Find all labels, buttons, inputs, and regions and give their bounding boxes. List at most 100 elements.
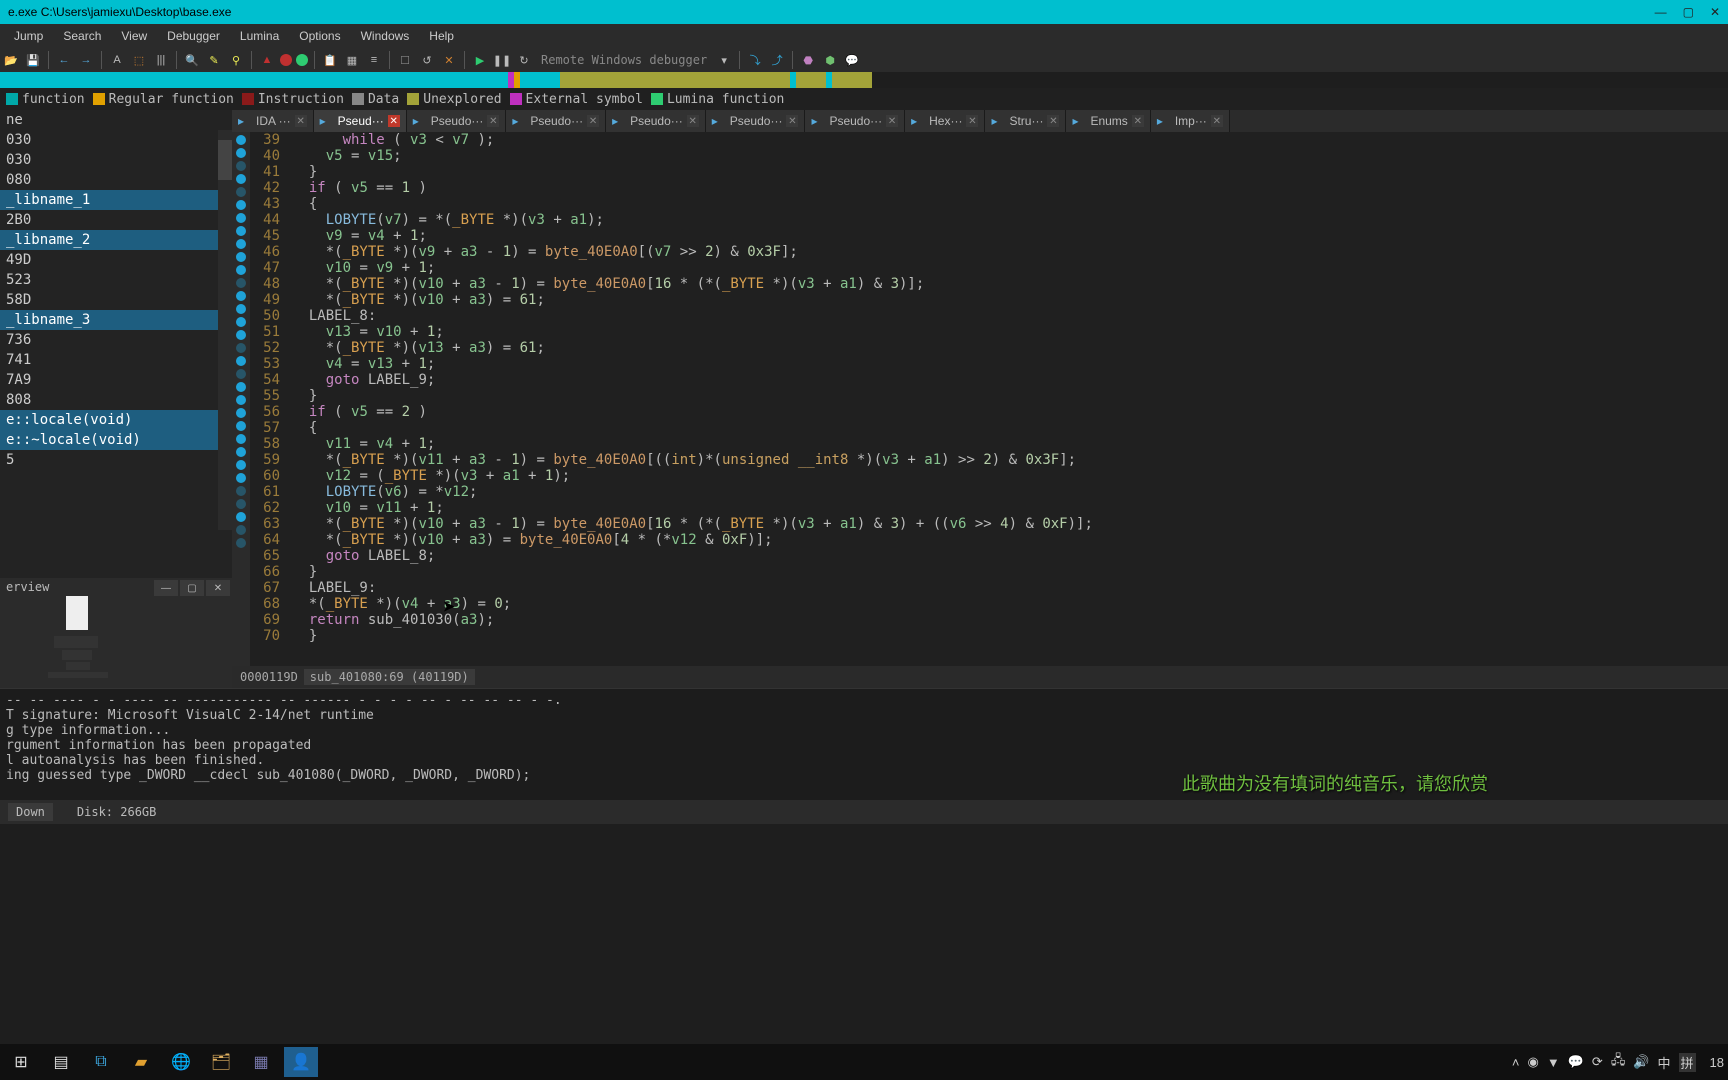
shield-icon[interactable]: ▼ [1547, 1055, 1560, 1070]
code-line[interactable]: return sub_401030(a3); [292, 612, 1728, 628]
menu-debugger[interactable]: Debugger [157, 27, 230, 45]
code-line[interactable]: if ( v5 == 2 ) [292, 404, 1728, 420]
function-list-item[interactable]: 49D [0, 250, 232, 270]
code-line[interactable]: v12 = (_BYTE *)(v3 + a1 + 1); [292, 468, 1728, 484]
function-list-item[interactable]: 5 [0, 450, 232, 470]
debugger-selector[interactable]: Remote Windows debugger [537, 53, 711, 67]
code-line[interactable]: *(_BYTE *)(v10 + a3 - 1) = byte_40E0A0[1… [292, 276, 1728, 292]
code-line[interactable]: v10 = v9 + 1; [292, 260, 1728, 276]
menu-options[interactable]: Options [289, 27, 350, 45]
code-line[interactable]: } [292, 564, 1728, 580]
tab-close-icon[interactable]: ✕ [295, 115, 307, 127]
function-list-item[interactable]: 030 [0, 150, 232, 170]
tab-close-icon[interactable]: ✕ [388, 115, 400, 127]
note-icon[interactable]: 📋 [321, 51, 339, 69]
step-into-icon[interactable]: ⤵ [746, 51, 764, 69]
tab-close-icon[interactable]: ✕ [886, 115, 898, 127]
step-over-icon[interactable]: ⤴ [768, 51, 786, 69]
taskbar-clock[interactable]: 18 [1710, 1055, 1724, 1070]
vscode-icon[interactable]: ⧉ [84, 1047, 118, 1077]
reload-icon[interactable]: ↻ [515, 51, 533, 69]
sync-icon[interactable]: ⟳ [1592, 1054, 1603, 1070]
code-line[interactable]: } [292, 164, 1728, 180]
sublime-icon[interactable]: ▰ [124, 1047, 158, 1077]
code-line[interactable]: *(_BYTE *)(v11 + a3 - 1) = byte_40E0A0[(… [292, 452, 1728, 468]
output-panel[interactable]: -- -- ---- - - ---- -- ----------- -- --… [0, 688, 1728, 800]
function-list-item[interactable]: 736 [0, 330, 232, 350]
function-list-item[interactable]: 808 [0, 390, 232, 410]
highlight-icon[interactable]: ✎ [205, 51, 223, 69]
text-icon[interactable]: A [108, 51, 126, 69]
overview-popout-icon[interactable]: ▢ [180, 580, 204, 596]
taskview-icon[interactable]: ▤ [44, 1047, 78, 1077]
editor-tab[interactable]: ▸Hex···✕ [905, 110, 985, 132]
menu-windows[interactable]: Windows [351, 27, 420, 45]
relaunch-icon[interactable]: ↺ [418, 51, 436, 69]
table-icon[interactable]: ▦ [343, 51, 361, 69]
overview-minimize-icon[interactable]: — [154, 580, 178, 596]
editor-tab[interactable]: ▸Pseudo···✕ [606, 110, 706, 132]
open-icon[interactable]: 📂 [2, 51, 20, 69]
overview-close-icon[interactable]: ✕ [206, 580, 230, 596]
code-line[interactable]: v4 = v13 + 1; [292, 356, 1728, 372]
code-line[interactable]: v9 = v4 + 1; [292, 228, 1728, 244]
tab-close-icon[interactable]: ✕ [1211, 115, 1223, 127]
editor-tab[interactable]: ▸Pseudo···✕ [506, 110, 606, 132]
code-line[interactable]: *(_BYTE *)(v4 + a3) = 0; [292, 596, 1728, 612]
list-icon[interactable]: ≡ [365, 51, 383, 69]
code-line[interactable]: v5 = v15; [292, 148, 1728, 164]
code-line[interactable]: LABEL_9: [292, 580, 1728, 596]
binary-icon[interactable]: ⬚ [130, 51, 148, 69]
navigation-band[interactable] [0, 72, 1728, 88]
maximize-button[interactable]: ▢ [1683, 5, 1694, 19]
menu-search[interactable]: Search [53, 27, 111, 45]
tab-close-icon[interactable]: ✕ [487, 115, 499, 127]
editor-tab[interactable]: ▸Stru···✕ [985, 110, 1066, 132]
code-line[interactable]: } [292, 628, 1728, 644]
function-list-item[interactable]: 58D [0, 290, 232, 310]
tab-close-icon[interactable]: ✕ [786, 115, 798, 127]
pseudocode-view[interactable]: 3940414243444546474849505152535455565758… [232, 132, 1728, 666]
ime-indicator-1[interactable]: 中 [1658, 1053, 1671, 1072]
code-line[interactable]: { [292, 420, 1728, 436]
code-line[interactable]: while ( v3 < v7 ); [292, 132, 1728, 148]
function-list-item[interactable]: e::locale(void) [0, 410, 232, 430]
functions-scrollbar[interactable] [218, 130, 232, 530]
dropdown-icon[interactable]: ▾ [715, 51, 733, 69]
code-line[interactable]: { [292, 196, 1728, 212]
code-line[interactable]: *(_BYTE *)(v10 + a3) = 61; [292, 292, 1728, 308]
tray-up-icon[interactable]: ˄ [1512, 1055, 1520, 1070]
overview-graph[interactable] [0, 596, 232, 684]
cancel-icon[interactable]: ✕ [440, 51, 458, 69]
code-line[interactable]: LOBYTE(v6) = *v12; [292, 484, 1728, 500]
code-line[interactable]: *(_BYTE *)(v13 + a3) = 61; [292, 340, 1728, 356]
code-line[interactable]: LOBYTE(v7) = *(_BYTE *)(v3 + a1); [292, 212, 1728, 228]
function-list-item[interactable]: _libname_2 [0, 230, 232, 250]
stop-icon[interactable] [280, 54, 292, 66]
chat-icon[interactable]: 💬 [843, 51, 861, 69]
tab-close-icon[interactable]: ✕ [687, 115, 699, 127]
explorer-icon[interactable]: 🗂 [204, 1047, 238, 1077]
tab-close-icon[interactable]: ✕ [1132, 115, 1144, 127]
function-list-item[interactable]: 7A9 [0, 370, 232, 390]
function-list-item[interactable]: 030 [0, 130, 232, 150]
close-button[interactable]: ✕ [1710, 5, 1720, 19]
minimize-button[interactable]: — [1655, 5, 1667, 19]
code-line[interactable]: } [292, 388, 1728, 404]
menu-view[interactable]: View [111, 27, 157, 45]
plugin2-icon[interactable]: ⬢ [821, 51, 839, 69]
code-line[interactable]: LABEL_8: [292, 308, 1728, 324]
editor-tab[interactable]: ▸Pseudo···✕ [407, 110, 507, 132]
save-icon[interactable]: 💾 [24, 51, 42, 69]
menu-lumina[interactable]: Lumina [230, 27, 289, 45]
record-icon[interactable] [296, 54, 308, 66]
arrow-right-icon[interactable]: → [77, 51, 95, 69]
ida-icon[interactable]: ▦ [244, 1047, 278, 1077]
code-line[interactable]: v11 = v4 + 1; [292, 436, 1728, 452]
code-line[interactable]: goto LABEL_9; [292, 372, 1728, 388]
editor-tab[interactable]: ▸Pseudo···✕ [706, 110, 806, 132]
code-line[interactable]: *(_BYTE *)(v10 + a3) = byte_40E0A0[4 * (… [292, 532, 1728, 548]
editor-tab[interactable]: ▸Pseud···✕ [314, 110, 407, 132]
tab-close-icon[interactable]: ✕ [966, 115, 978, 127]
ida2-icon[interactable]: 👤 [284, 1047, 318, 1077]
